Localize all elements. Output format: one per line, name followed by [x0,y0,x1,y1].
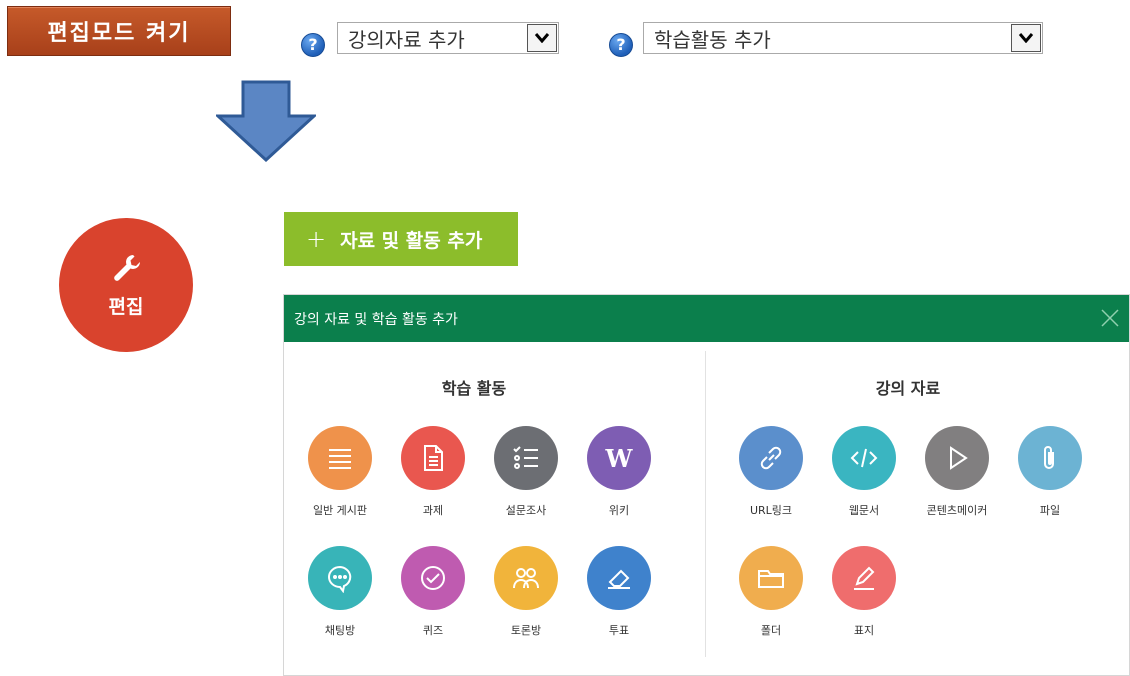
tile-label: 투표 [608,624,630,637]
arrow-down-icon [214,80,318,166]
add-modal: 강의 자료 및 학습 활동 추가 학습 활동 강의 자료 일반 게시판 과제 설… [283,294,1130,676]
checklist-icon [494,426,558,490]
tile-survey[interactable]: 설문조사 [480,426,572,518]
edit-mode-on-button[interactable]: 편집모드 켜기 [7,6,231,56]
tile-label: 일반 게시판 [312,504,368,517]
edit-button[interactable]: 편집 [59,218,193,352]
add-resource-select-value: 강의자료 추가 [348,27,465,52]
link-icon [739,426,803,490]
edit-label: 편집 [108,295,144,318]
chevron-down-icon[interactable] [1011,24,1041,52]
chevron-down-icon[interactable] [527,24,557,52]
add-activity-select[interactable]: 학습활동 추가 [643,22,1043,54]
tile-label: 파일 [1039,504,1061,517]
tile-chat-room[interactable]: 채팅방 [294,546,386,638]
document-icon [401,426,465,490]
add-activity-select-value: 학습활동 추가 [654,27,771,52]
add-button-label: 자료 및 활동 추가 [340,229,483,252]
tile-web-document[interactable]: 웹문서 [818,426,910,518]
tile-vote[interactable]: 투표 [573,546,665,638]
code-icon [832,426,896,490]
tile-general-board[interactable]: 일반 게시판 [294,426,386,518]
tile-url-link[interactable]: URL링크 [725,426,817,518]
add-resource-activity-button[interactable]: + 자료 및 활동 추가 [284,212,518,266]
tile-label: 웹문서 [848,504,880,517]
close-icon[interactable] [1099,307,1121,329]
tile-label: 위키 [608,504,630,517]
pencil-icon [832,546,896,610]
play-icon [925,426,989,490]
add-resource-select[interactable]: 강의자료 추가 [337,22,559,54]
tile-label: 토론방 [510,624,542,637]
chat-bubble-icon [308,546,372,610]
tile-label: 채팅방 [324,624,356,637]
help-icon[interactable]: ? [609,33,633,57]
people-icon [494,546,558,610]
plus-icon: + [306,225,327,253]
tile-label: 콘텐츠메이커 [926,504,988,517]
tile-label: 과제 [422,504,444,517]
tile-label: 퀴즈 [422,624,444,637]
resources-section-title: 강의 자료 [875,379,941,398]
folder-icon [739,546,803,610]
eraser-icon [587,546,651,610]
tile-file[interactable]: 파일 [1004,426,1096,518]
tile-wiki[interactable]: W 위키 [573,426,665,518]
wiki-icon: W [587,426,651,490]
paperclip-icon [1018,426,1082,490]
modal-title: 강의 자료 및 학습 활동 추가 [294,311,458,328]
check-circle-icon [401,546,465,610]
column-divider [705,351,706,657]
tile-content-maker[interactable]: 콘텐츠메이커 [911,426,1003,518]
wrench-icon [111,252,141,286]
list-icon [308,426,372,490]
help-icon[interactable]: ? [301,33,325,57]
activities-section-title: 학습 활동 [441,379,507,398]
tile-discussion[interactable]: 토론방 [480,546,572,638]
tile-label-cover[interactable]: 표지 [818,546,910,638]
tile-assignment[interactable]: 과제 [387,426,479,518]
tile-quiz[interactable]: 퀴즈 [387,546,479,638]
modal-header: 강의 자료 및 학습 활동 추가 [284,295,1129,342]
tile-folder[interactable]: 폴더 [725,546,817,638]
tile-label: 폴더 [760,624,782,637]
tile-label: URL링크 [749,504,793,517]
tile-label: 설문조사 [505,504,547,517]
tile-label: 표지 [853,624,875,637]
